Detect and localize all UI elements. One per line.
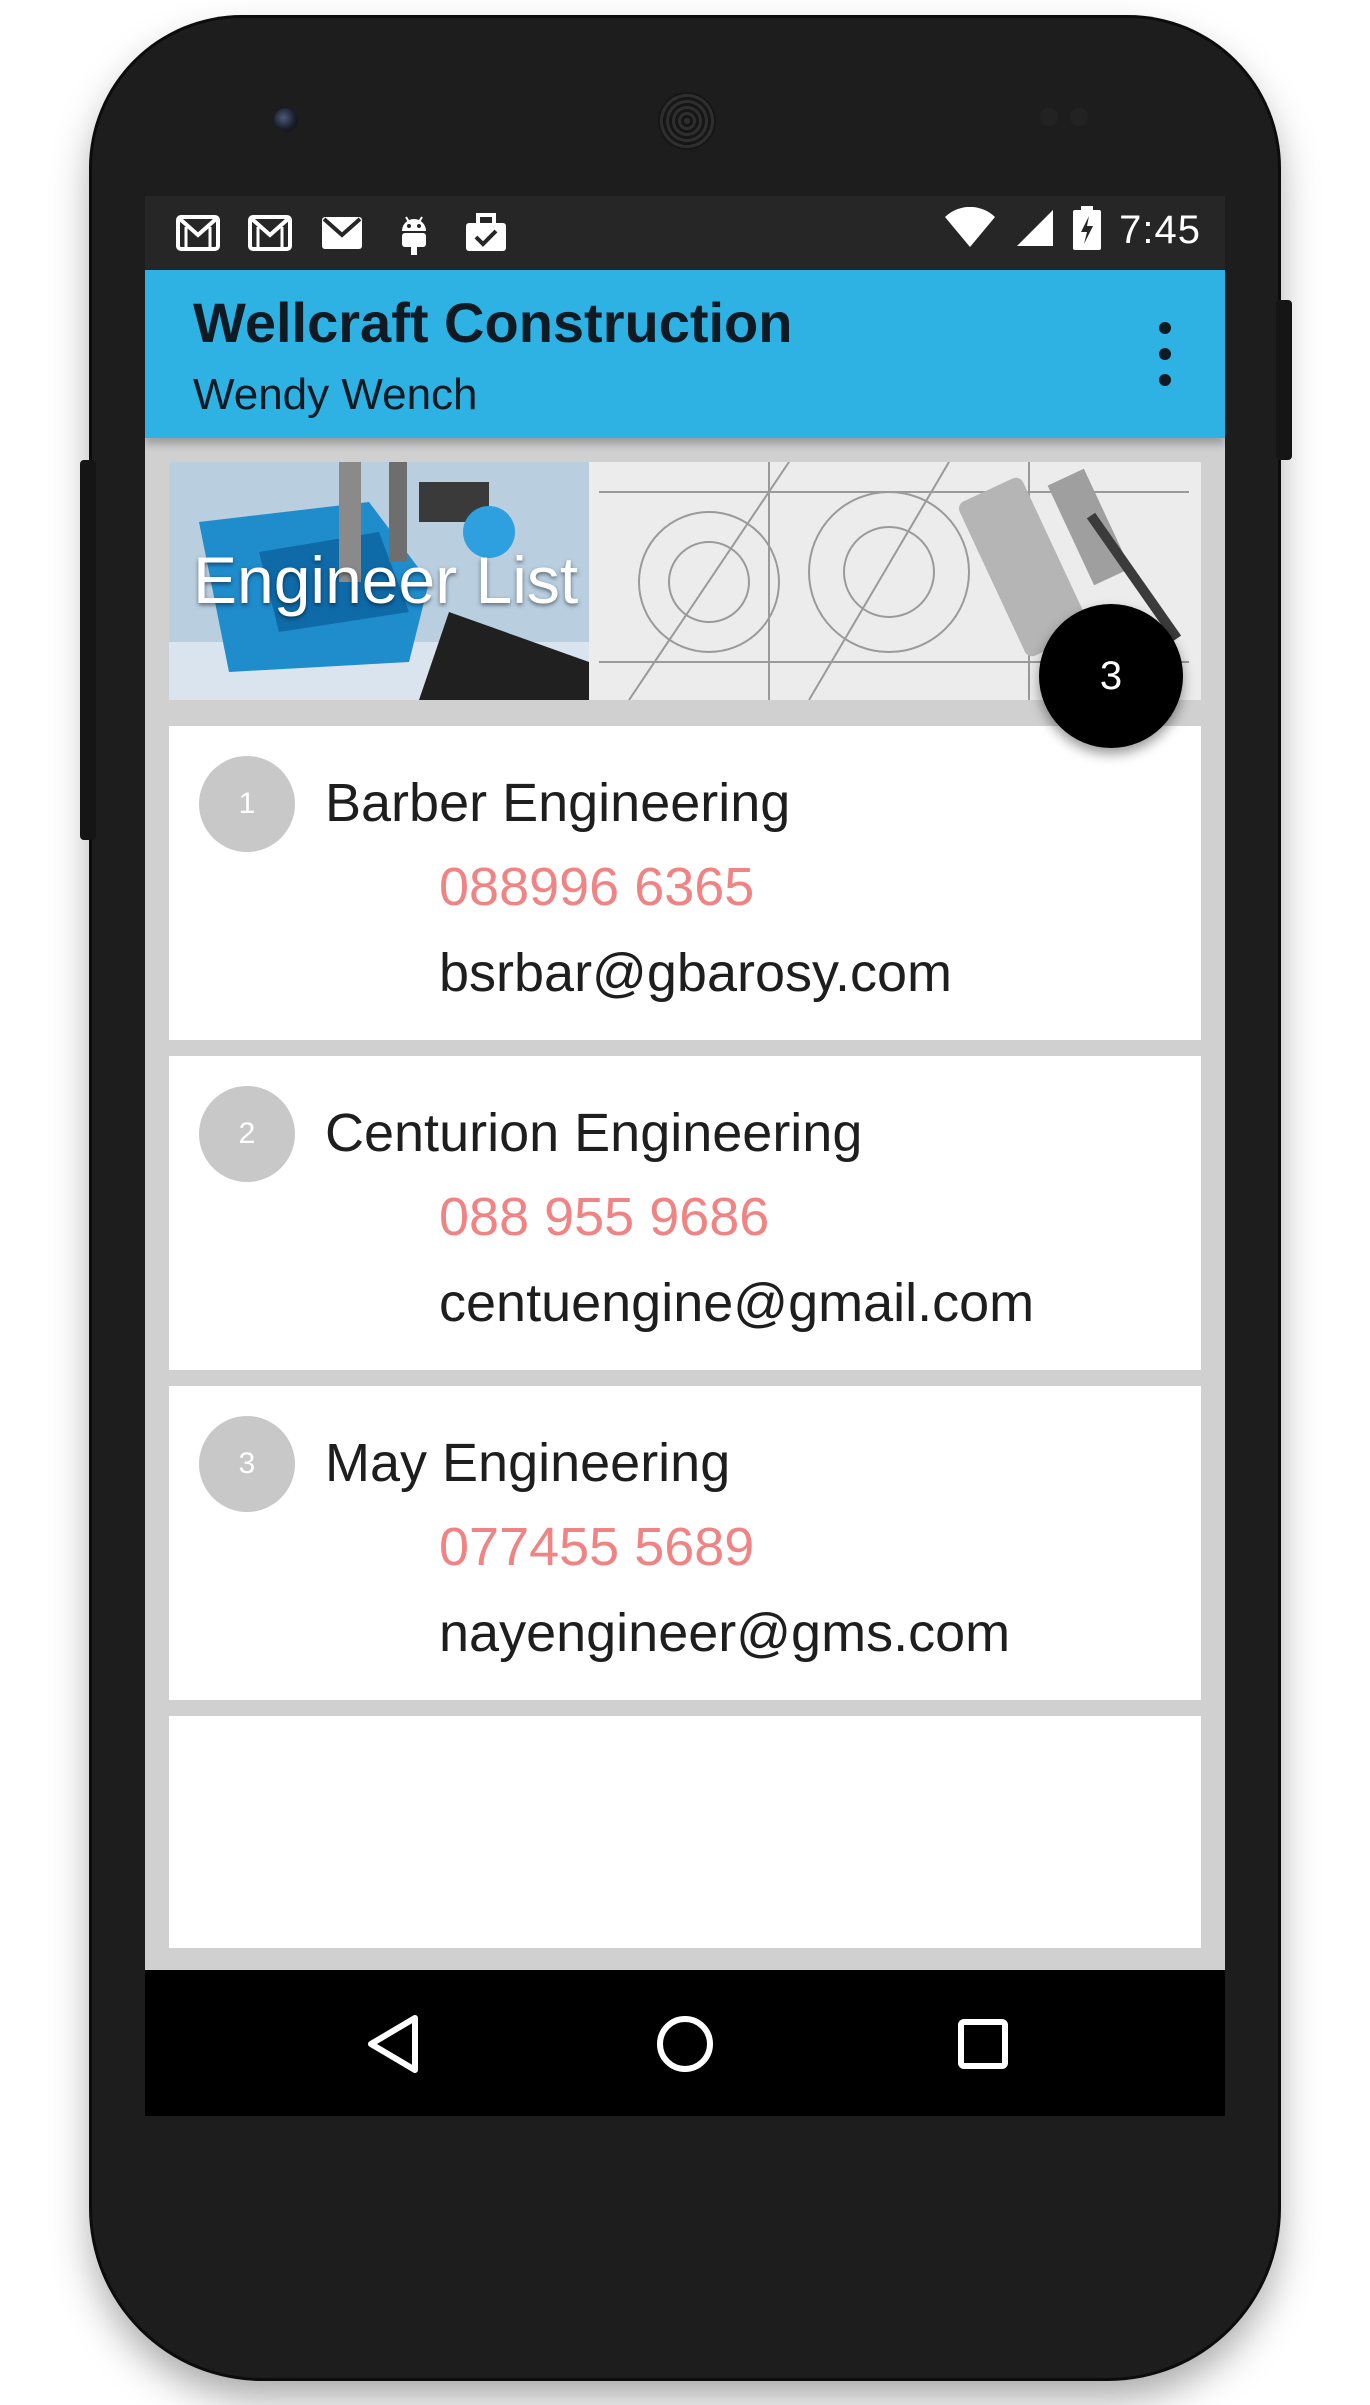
- engineer-email[interactable]: centuengine@gmail.com: [439, 1272, 1034, 1334]
- navigation-bar: [145, 1970, 1225, 2116]
- engineer-name: May Engineering: [325, 1433, 731, 1493]
- cell-signal-icon: [1015, 208, 1055, 252]
- engineer-name: Barber Engineering: [325, 773, 791, 833]
- engineer-phone[interactable]: 077455 5689: [439, 1516, 754, 1578]
- home-icon[interactable]: [647, 2006, 723, 2082]
- engineer-card[interactable]: 3 May Engineering 077455 5689 nayenginee…: [169, 1386, 1201, 1700]
- gmail-icon: [319, 210, 365, 256]
- engineer-index-avatar: 2: [199, 1086, 295, 1182]
- earpiece-speaker: [658, 92, 716, 150]
- briefcase-check-icon: [463, 210, 509, 256]
- gmail-icon: [175, 210, 221, 256]
- app-bar: Wellcraft Construction Wendy Wench: [145, 270, 1225, 438]
- empty-card: [169, 1716, 1201, 1948]
- wifi-icon: [943, 206, 997, 253]
- status-clock: 7:45: [1119, 207, 1201, 252]
- proximity-sensor: [1040, 108, 1058, 126]
- count-fab[interactable]: 3: [1039, 604, 1183, 748]
- android-icon: [391, 210, 437, 256]
- overflow-menu-icon[interactable]: [1155, 322, 1175, 386]
- app-title: Wellcraft Construction: [193, 291, 793, 354]
- system-icons: 7:45: [943, 206, 1201, 254]
- engineer-email[interactable]: nayengineer@gms.com: [439, 1602, 1010, 1664]
- volume-button: [80, 460, 96, 840]
- engineer-list-content: Engineer List 3 1 Barber Engineering 088…: [169, 462, 1201, 2102]
- recents-icon[interactable]: [945, 2006, 1021, 2082]
- notification-icons: [175, 210, 509, 256]
- engineer-name: Centurion Engineering: [325, 1103, 863, 1163]
- engineer-index-avatar: 3: [199, 1416, 295, 1512]
- battery-charging-icon: [1073, 206, 1102, 254]
- screen: 7:45 Wellcraft Construction Wendy Wench: [145, 196, 1225, 2116]
- gmail-icon: [247, 210, 293, 256]
- banner-title: Engineer List: [193, 543, 579, 617]
- engineer-email[interactable]: bsrbar@gbarosy.com: [439, 942, 952, 1004]
- back-icon[interactable]: [355, 2006, 431, 2082]
- front-camera: [274, 108, 298, 132]
- light-sensor: [1070, 108, 1088, 126]
- engineer-phone[interactable]: 088996 6365: [439, 856, 754, 918]
- engineer-card[interactable]: 1 Barber Engineering 088996 6365 bsrbar@…: [169, 726, 1201, 1040]
- status-bar: 7:45: [145, 196, 1225, 270]
- engineer-phone[interactable]: 088 955 9686: [439, 1186, 769, 1248]
- power-button: [1276, 300, 1292, 460]
- app-subtitle: Wendy Wench: [193, 370, 478, 419]
- engineer-card[interactable]: 2 Centurion Engineering 088 955 9686 cen…: [169, 1056, 1201, 1370]
- engineer-index-avatar: 1: [199, 756, 295, 852]
